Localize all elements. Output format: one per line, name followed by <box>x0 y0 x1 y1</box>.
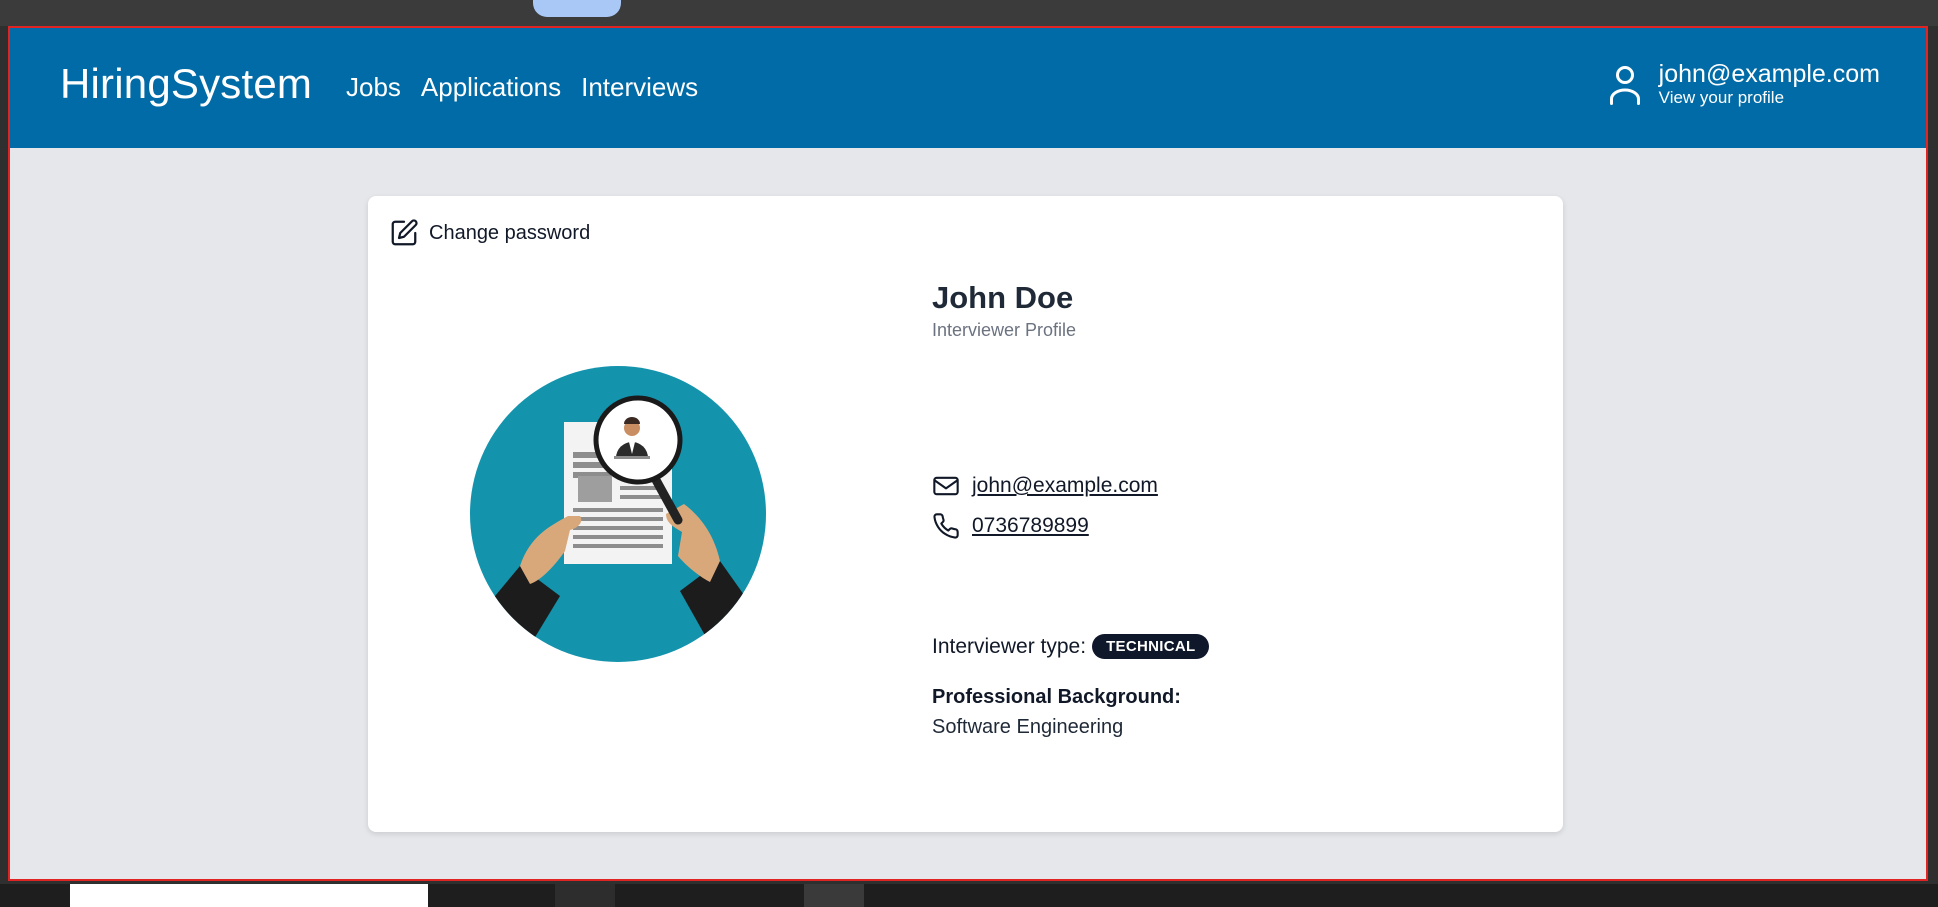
browser-top-pill[interactable] <box>533 0 621 17</box>
interviewer-type-badge: TECHNICAL <box>1092 634 1210 659</box>
nav-link-interviews[interactable]: Interviews <box>581 72 698 103</box>
taskbar-window-thumbnail[interactable] <box>70 884 428 907</box>
nav-link-applications[interactable]: Applications <box>421 72 561 103</box>
profile-name: John Doe <box>932 280 1074 315</box>
profile-link[interactable]: View your profile <box>1659 88 1880 108</box>
taskbar <box>0 884 1938 907</box>
app-window: HiringSystem Jobs Applications Interview… <box>8 26 1928 881</box>
phone-row: 0736789899 <box>932 506 1158 546</box>
change-password-label: Change password <box>429 221 591 244</box>
brand-logo[interactable]: HiringSystem <box>60 60 312 108</box>
interviewer-type-label: Interviewer type: <box>932 634 1087 658</box>
profile-menu[interactable]: john@example.com View your profile <box>1607 60 1880 108</box>
nav-link-jobs[interactable]: Jobs <box>346 72 401 103</box>
background-value: Software Engineering <box>932 716 1124 738</box>
edit-icon <box>391 219 418 246</box>
navbar: HiringSystem Jobs Applications Interview… <box>10 28 1926 148</box>
phone-link[interactable]: 0736789899 <box>972 514 1089 538</box>
background-label: Professional Background: <box>932 686 1181 708</box>
email-link[interactable]: john@example.com <box>972 474 1158 498</box>
email-row: john@example.com <box>932 466 1158 506</box>
profile-texts: john@example.com View your profile <box>1659 60 1880 108</box>
change-password-button[interactable]: Change password <box>389 218 590 248</box>
resume-illustration <box>470 366 766 662</box>
taskbar-button-1[interactable] <box>555 884 615 907</box>
browser-top-strip <box>0 0 1938 26</box>
interviewer-type: Interviewer type: TECHNICAL <box>932 634 1210 659</box>
main-nav: Jobs Applications Interviews <box>346 72 698 103</box>
taskbar-button-2[interactable] <box>804 884 864 907</box>
profile-email[interactable]: john@example.com <box>1659 60 1880 88</box>
profile-subtitle: Interviewer Profile <box>932 320 1077 340</box>
user-icon <box>1609 66 1640 105</box>
phone-icon <box>933 513 959 539</box>
profile-info: John Doe Interviewer Profile john@exampl… <box>932 280 1492 738</box>
profile-card: Change password John Doe Interviewer Pro… <box>368 196 1563 832</box>
contact-info: john@example.com 0736789899 <box>932 466 1158 546</box>
mail-icon <box>933 476 959 496</box>
